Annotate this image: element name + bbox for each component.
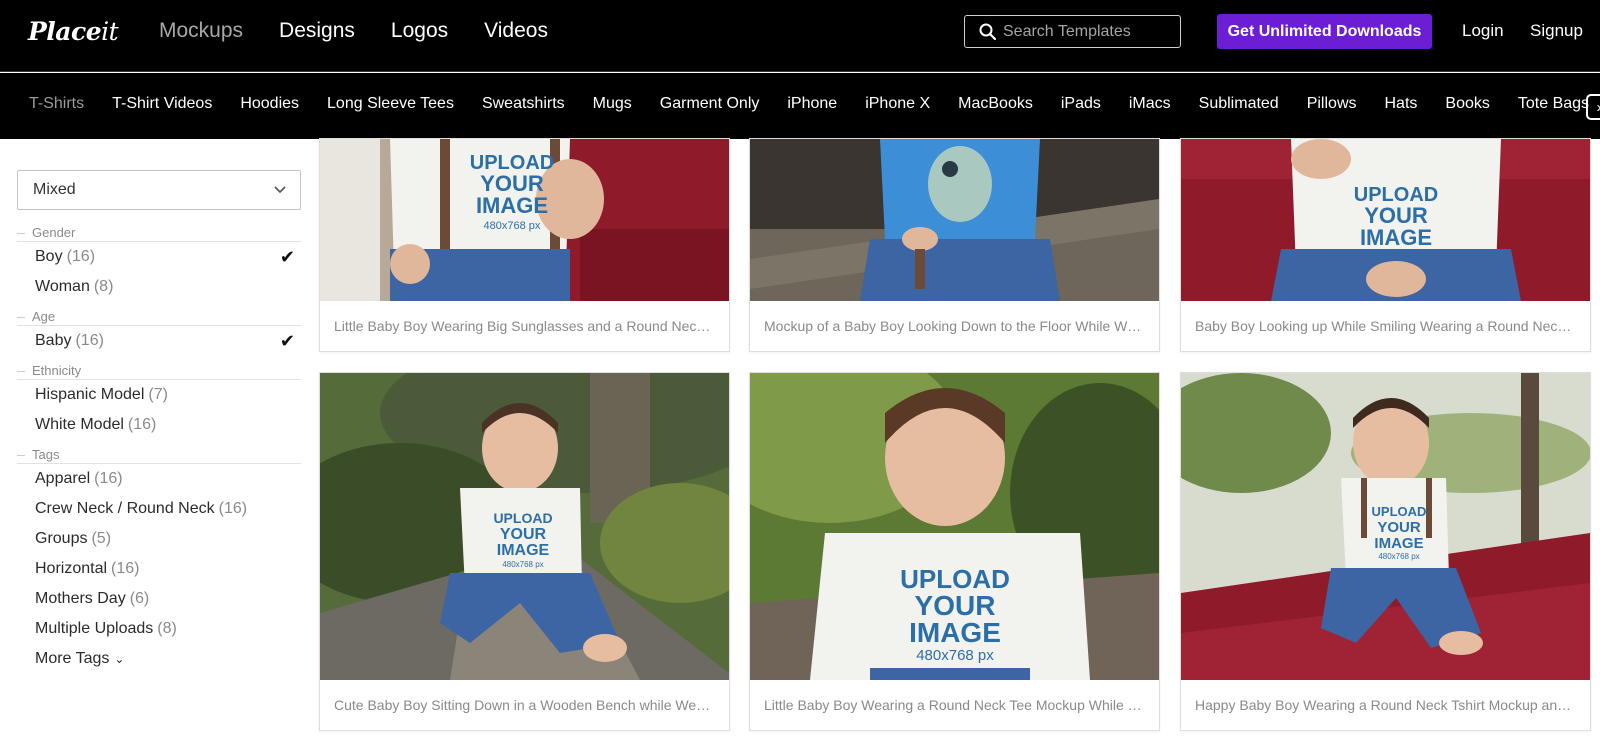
filter-mothers-day[interactable]: Mothers Day (6) bbox=[17, 584, 301, 614]
mockup-thumbnail: UPLOAD YOUR IMAGE 480x768 px bbox=[750, 373, 1159, 680]
category-t-shirt-videos[interactable]: T-Shirt Videos bbox=[112, 95, 212, 113]
category-mugs[interactable]: Mugs bbox=[593, 95, 632, 113]
category-list: T-Shirts T-Shirt Videos Hoodies Long Sle… bbox=[29, 95, 1589, 113]
filter-group-tags: Tags Apparel (16) Crew Neck / Round Neck(… bbox=[17, 446, 301, 674]
filter-multiple-uploads[interactable]: Multiple Uploads (8) bbox=[17, 614, 301, 644]
svg-text:480x768 px: 480x768 px bbox=[502, 560, 543, 569]
mockup-thumbnail: UPLOAD YOUR IMAGE 480x768 px bbox=[1181, 139, 1590, 301]
filter-apparel[interactable]: Apparel (16) bbox=[17, 464, 301, 494]
svg-text:UPLOAD: UPLOAD bbox=[493, 510, 552, 526]
category-iphone[interactable]: iPhone bbox=[787, 95, 837, 113]
filter-group-title: Gender bbox=[17, 224, 301, 242]
mockup-thumbnail: UPLOAD YOUR IMAGE 480x768 px bbox=[320, 373, 729, 680]
card-caption: Mockup of a Baby Boy Looking Down to the… bbox=[764, 318, 1159, 334]
filter-woman[interactable]: Woman (8) bbox=[17, 272, 301, 302]
template-card[interactable]: UPLOAD YOUR IMAGE 480x768 px Cute Baby B… bbox=[319, 372, 730, 731]
filter-group-age: Age Baby (16) ✔ bbox=[17, 308, 301, 356]
svg-text:IMAGE: IMAGE bbox=[497, 542, 550, 559]
filter-hispanic-model[interactable]: Hispanic Model (7) bbox=[17, 380, 301, 410]
filter-groups[interactable]: Groups (5) bbox=[17, 524, 301, 554]
category-tote-bags[interactable]: Tote Bags bbox=[1518, 95, 1589, 113]
card-caption: Little Baby Boy Wearing Big Sunglasses a… bbox=[334, 318, 729, 334]
chevron-down-icon: ⌄ bbox=[114, 652, 125, 666]
sort-select-value: Mixed bbox=[33, 181, 76, 198]
filter-baby[interactable]: Baby (16) ✔ bbox=[17, 326, 301, 356]
search-icon bbox=[979, 23, 996, 40]
svg-text:IMAGE: IMAGE bbox=[909, 617, 1001, 648]
template-card[interactable]: UPLOAD YOUR IMAGE 480x768 px Baby Boy Lo… bbox=[1180, 138, 1591, 352]
template-card[interactable]: UPLOAD YOUR IMAGE 480x768 px Little Baby… bbox=[319, 138, 730, 352]
category-books[interactable]: Books bbox=[1445, 95, 1489, 113]
svg-text:480x768 px: 480x768 px bbox=[916, 647, 994, 664]
category-hats[interactable]: Hats bbox=[1385, 95, 1418, 113]
search-input[interactable] bbox=[1003, 22, 1163, 41]
mockup-thumbnail: UPLOAD YOUR IMAGE 480x768 px bbox=[1181, 373, 1590, 680]
signup-link[interactable]: Signup bbox=[1530, 21, 1583, 41]
svg-text:IMAGE: IMAGE bbox=[1374, 535, 1423, 552]
top-navigation-bar: Placeit Mockups Designs Logos Videos Get… bbox=[0, 0, 1600, 72]
card-caption: Happy Baby Boy Wearing a Round Neck Tshi… bbox=[1195, 697, 1590, 713]
checkmark-icon: ✔ bbox=[279, 247, 295, 267]
card-caption: Baby Boy Looking up While Smiling Wearin… bbox=[1195, 318, 1590, 334]
sort-select[interactable]: Mixed bbox=[17, 170, 301, 210]
filter-boy[interactable]: Boy (16) ✔ bbox=[17, 242, 301, 272]
category-sweatshirts[interactable]: Sweatshirts bbox=[482, 95, 565, 113]
svg-text:480x768 px: 480x768 px bbox=[1368, 250, 1425, 262]
chevron-down-icon bbox=[274, 186, 286, 194]
card-caption: Little Baby Boy Wearing a Round Neck Tee… bbox=[764, 697, 1159, 713]
category-long-sleeve-tees[interactable]: Long Sleeve Tees bbox=[327, 95, 454, 113]
filter-crew-neck[interactable]: Crew Neck / Round Neck (16) bbox=[17, 494, 301, 524]
mockup-thumbnail bbox=[750, 139, 1159, 301]
category-garment-only[interactable]: Garment Only bbox=[660, 95, 760, 113]
category-pillows[interactable]: Pillows bbox=[1307, 95, 1357, 113]
template-card[interactable]: Mockup of a Baby Boy Looking Down to the… bbox=[749, 138, 1160, 352]
mockup-thumbnail: UPLOAD YOUR IMAGE 480x768 px bbox=[320, 139, 729, 301]
svg-text:480x768 px: 480x768 px bbox=[484, 220, 541, 232]
svg-text:UPLOAD: UPLOAD bbox=[1372, 504, 1427, 519]
svg-text:IMAGE: IMAGE bbox=[476, 193, 548, 218]
category-imacs[interactable]: iMacs bbox=[1129, 95, 1171, 113]
nav-videos[interactable]: Videos bbox=[484, 19, 548, 43]
nav-mockups[interactable]: Mockups bbox=[159, 19, 243, 43]
category-t-shirts[interactable]: T-Shirts bbox=[29, 95, 84, 113]
template-card[interactable]: UPLOAD YOUR IMAGE 480x768 px Little Baby… bbox=[749, 372, 1160, 731]
filter-horizontal[interactable]: Horizontal (16) bbox=[17, 554, 301, 584]
card-caption: Cute Baby Boy Sitting Down in a Wooden B… bbox=[334, 697, 729, 713]
category-sublimated[interactable]: Sublimated bbox=[1199, 95, 1279, 113]
search-box[interactable] bbox=[964, 15, 1181, 48]
main-nav: Mockups Designs Logos Videos bbox=[159, 19, 548, 43]
placeit-logo[interactable]: Placeit bbox=[28, 17, 119, 46]
category-bar: T-Shirts T-Shirt Videos Hoodies Long Sle… bbox=[0, 73, 1600, 139]
filter-sidebar: Mixed Gender Boy (16) ✔ Woman (8) Age Baby… bbox=[17, 170, 301, 674]
filter-group-title: Age bbox=[17, 308, 301, 326]
login-link[interactable]: Login bbox=[1462, 21, 1504, 41]
filter-group-title: Tags bbox=[17, 446, 301, 464]
category-macbooks[interactable]: MacBooks bbox=[958, 95, 1033, 113]
svg-text:IMAGE: IMAGE bbox=[1360, 225, 1432, 250]
nav-logos[interactable]: Logos bbox=[391, 19, 448, 43]
category-scroll-right-button[interactable]: › bbox=[1586, 94, 1600, 120]
chevron-right-icon: › bbox=[1597, 99, 1600, 116]
category-iphone-x[interactable]: iPhone X bbox=[865, 95, 930, 113]
svg-text:YOUR: YOUR bbox=[500, 526, 547, 543]
svg-text:YOUR: YOUR bbox=[1377, 519, 1421, 536]
template-card[interactable]: UPLOAD YOUR IMAGE 480x768 px Happy Baby … bbox=[1180, 372, 1591, 731]
filter-group-ethnicity: Ethnicity Hispanic Model (7) White Model(… bbox=[17, 362, 301, 440]
nav-designs[interactable]: Designs bbox=[279, 19, 355, 43]
category-hoodies[interactable]: Hoodies bbox=[240, 95, 299, 113]
svg-text:480x768 px: 480x768 px bbox=[1378, 552, 1419, 561]
category-ipads[interactable]: iPads bbox=[1061, 95, 1101, 113]
filter-group-gender: Gender Boy (16) ✔ Woman (8) bbox=[17, 224, 301, 302]
get-unlimited-downloads-button[interactable]: Get Unlimited Downloads bbox=[1217, 14, 1432, 49]
filter-group-title: Ethnicity bbox=[17, 362, 301, 380]
filter-white-model[interactable]: White Model (16) bbox=[17, 410, 301, 440]
checkmark-icon: ✔ bbox=[279, 331, 295, 351]
more-tags-toggle[interactable]: More Tags ⌄ bbox=[17, 644, 301, 674]
